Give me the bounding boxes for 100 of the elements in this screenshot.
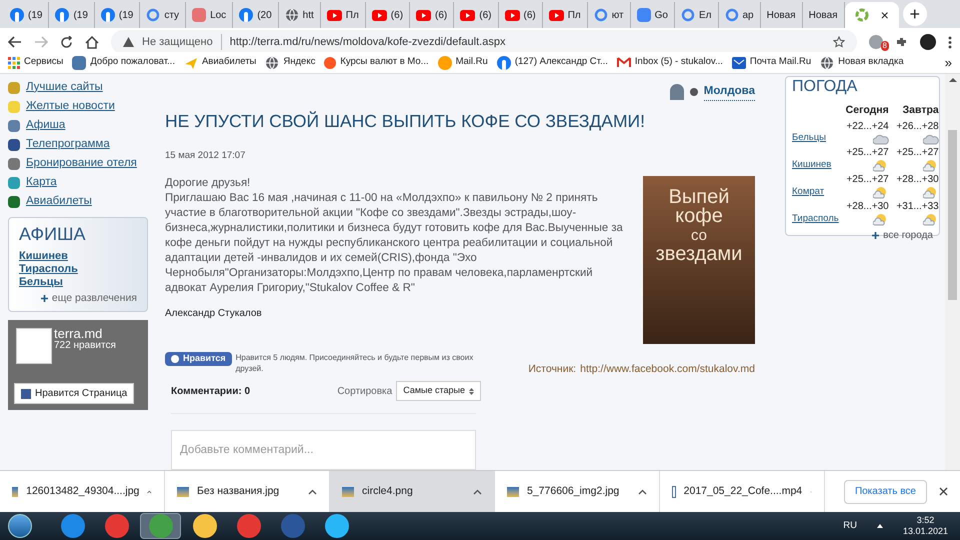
- temperature: +31...+33: [896, 200, 939, 214]
- download-item[interactable]: circle4.png: [330, 471, 495, 512]
- browser-tab[interactable]: (20: [233, 2, 279, 28]
- browser-tab[interactable]: Go: [630, 2, 675, 28]
- play-icon: [326, 10, 342, 20]
- language-indicator[interactable]: RU: [843, 518, 857, 534]
- globe-icon: [265, 56, 280, 70]
- like-button[interactable]: Нравится: [165, 352, 232, 366]
- caret-icon[interactable]: [308, 488, 317, 494]
- tab-title: Пл: [346, 8, 359, 22]
- city-link[interactable]: Тирасполь: [19, 263, 137, 276]
- like-page-button[interactable]: Нравится Страница: [14, 383, 134, 404]
- link-icon: [8, 82, 20, 94]
- browser-tab[interactable]: Ел: [674, 2, 718, 28]
- sidebar-link[interactable]: Телепрограмма: [26, 136, 110, 154]
- sidebar-link[interactable]: Авиабилеты: [26, 192, 92, 210]
- city-link[interactable]: Комрат: [792, 184, 839, 199]
- clock[interactable]: 3:52 13.01.2021: [902, 515, 948, 537]
- bookmark-item[interactable]: Авиабилеты: [184, 55, 256, 70]
- browser-tab[interactable]: htt: [278, 2, 321, 28]
- bookmark-item[interactable]: Добро пожаловат...: [72, 55, 175, 70]
- reload-icon[interactable]: [60, 36, 73, 48]
- temperature: +25...+27: [896, 146, 939, 160]
- caret-icon[interactable]: [147, 488, 152, 494]
- sort-dropdown[interactable]: Самые старые: [396, 381, 481, 401]
- city-link[interactable]: Кишинев: [19, 250, 137, 263]
- more-entertainment-link[interactable]: еще развлечения: [52, 291, 137, 307]
- bookmark-item[interactable]: Inbox (5) - stukalov...: [616, 55, 723, 70]
- mail-icon: [616, 57, 631, 68]
- temperature: +25...+27: [846, 172, 889, 187]
- bookmark-item[interactable]: Сервисы: [8, 55, 64, 70]
- close-tab-button[interactable]: ×: [880, 8, 889, 22]
- tab-title: Ел: [698, 8, 712, 22]
- browser-tab[interactable]: Новая: [760, 2, 803, 28]
- address-bar[interactable]: Не защищено http://terra.md/ru/news/moldova/kofe-zvezdi/default.aspx: [111, 30, 857, 54]
- tab-title: ар: [742, 8, 754, 22]
- sun-cloud-icon: [922, 160, 939, 172]
- city-link[interactable]: Бельцы: [19, 276, 137, 289]
- bookmark-item[interactable]: Почта Mail.Ru: [732, 55, 812, 70]
- link-icon: [8, 120, 20, 132]
- day-header: Завтра: [902, 103, 939, 118]
- city-link[interactable]: Кишинев: [792, 158, 839, 172]
- caret-icon[interactable]: [473, 488, 482, 494]
- browser-tab[interactable]: Loc: [186, 2, 234, 28]
- sun-cloud-icon: [872, 214, 889, 226]
- puzzle-icon[interactable]: [895, 36, 908, 48]
- browser-tab[interactable]: (19: [4, 2, 50, 28]
- sidebar-link[interactable]: Афиша: [26, 116, 66, 134]
- mail-icon: [732, 56, 746, 68]
- sidebar-link[interactable]: Карта: [26, 174, 57, 192]
- caret-icon[interactable]: [638, 488, 647, 494]
- browser-tab[interactable]: (19: [94, 2, 140, 28]
- browser-tab[interactable]: (6): [454, 2, 498, 28]
- browser-tab[interactable]: ар: [718, 2, 761, 28]
- back-icon[interactable]: [8, 36, 22, 48]
- scrollbar[interactable]: [945, 74, 960, 470]
- warning-icon: [123, 37, 134, 47]
- cloud-icon: [872, 134, 889, 145]
- dropdown-icon[interactable]: [690, 88, 698, 96]
- source-link[interactable]: http://www.facebook.com/stukalov.md: [580, 362, 755, 378]
- start-button[interactable]: [8, 514, 32, 538]
- bookmark-item[interactable]: Курсы валют в Мо...: [324, 55, 429, 70]
- browser-tab[interactable]: (6): [498, 2, 543, 28]
- tab-title: Новая: [808, 8, 838, 22]
- close-icon[interactable]: [939, 487, 948, 496]
- scrollbar-thumb[interactable]: [948, 130, 957, 300]
- city-link[interactable]: Бельцы: [792, 130, 839, 145]
- all-cities-link[interactable]: все города: [883, 228, 933, 243]
- comment-input[interactable]: Добавьте комментарий...: [171, 430, 476, 470]
- tray-arrow-icon[interactable]: [876, 524, 883, 528]
- browser-tab[interactable]: ×: [844, 2, 899, 28]
- show-all-button[interactable]: Показать все: [844, 480, 927, 504]
- tab-title: (20: [257, 8, 272, 22]
- browser-tab[interactable]: (6): [366, 2, 410, 28]
- bookmark-item[interactable]: Новая вкладка: [820, 55, 904, 70]
- bookmark-item[interactable]: (127) Александр Ст...: [496, 55, 608, 70]
- sidebar-link[interactable]: Лучшие сайты: [26, 78, 103, 96]
- tab-title: (6): [390, 8, 404, 22]
- tab-title: сту: [164, 8, 180, 22]
- day-header: Сегодня: [844, 103, 889, 118]
- sidebar-link[interactable]: Бронирование отеля: [26, 154, 137, 172]
- city-link[interactable]: Тирасполь: [792, 212, 839, 226]
- new-tab-button[interactable]: +: [902, 2, 927, 26]
- browser-tab[interactable]: (6): [410, 2, 454, 28]
- scroll-up-icon[interactable]: [948, 78, 956, 82]
- sidebar-link[interactable]: Желтые новости: [26, 98, 115, 116]
- browser-tab[interactable]: (19: [49, 2, 95, 28]
- browser-tab[interactable]: ют: [588, 2, 631, 28]
- menu-icon[interactable]: [948, 36, 952, 48]
- browser-tab[interactable]: Пл: [320, 2, 366, 28]
- extension-icon[interactable]: [869, 35, 883, 49]
- region-link[interactable]: Молдова: [704, 82, 755, 102]
- avatar[interactable]: [920, 34, 936, 50]
- link-icon: [8, 100, 20, 112]
- bookmark-item[interactable]: Яндекс: [265, 55, 316, 70]
- browser-tab[interactable]: Пл: [542, 2, 588, 28]
- bookmark-item[interactable]: Mail.Ru: [438, 55, 488, 70]
- home-icon[interactable]: [85, 36, 99, 48]
- browser-tab[interactable]: сту: [140, 2, 186, 28]
- more-bookmarks-button[interactable]: »: [944, 52, 952, 72]
